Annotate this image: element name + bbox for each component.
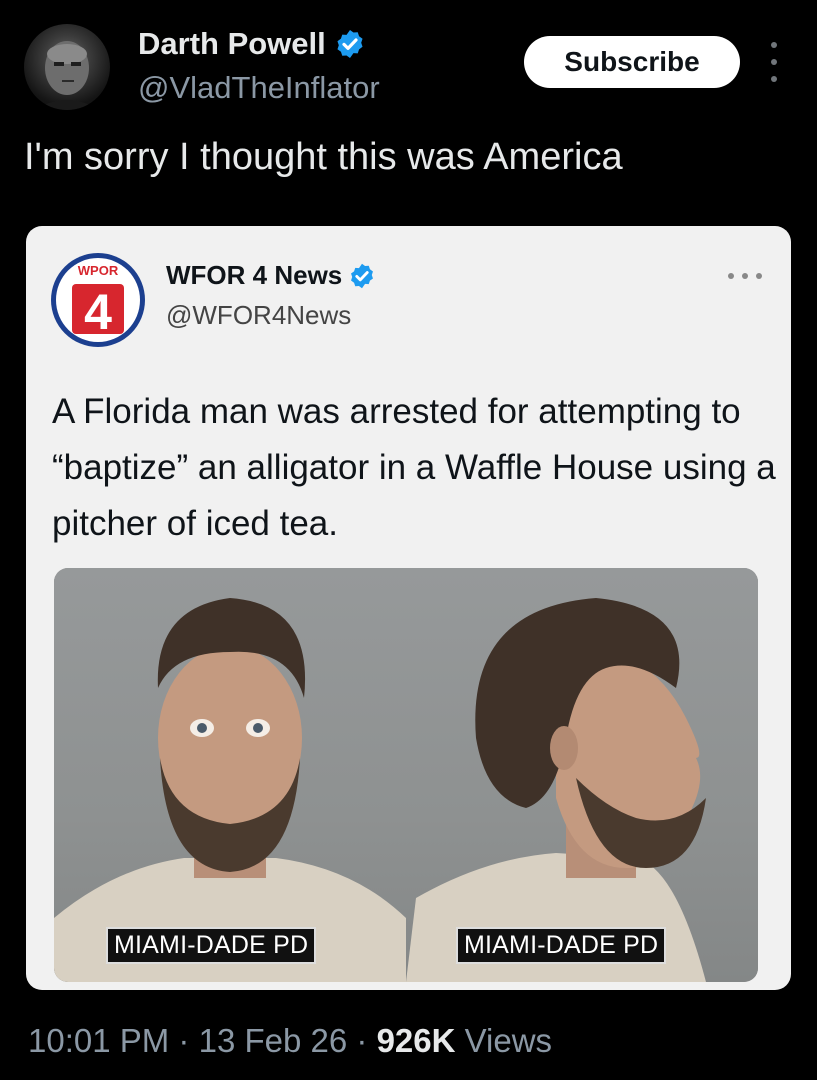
mugshot-photos[interactable]: MIAMI-DADE PD MIAMI-DADE PD <box>54 568 758 982</box>
logo-station-text: WPOR <box>78 263 119 278</box>
meta-separator: · <box>356 1022 368 1059</box>
more-dot <box>742 273 748 279</box>
author-name-text: Darth Powell <box>138 26 326 61</box>
more-dot <box>771 76 777 82</box>
verified-badge-icon <box>337 30 363 58</box>
subscribe-button[interactable]: Subscribe <box>524 36 740 88</box>
meta-separator: · <box>178 1022 190 1059</box>
logo-number-text: 4 <box>84 284 112 340</box>
mugshot-profile-image <box>406 598 706 982</box>
quoted-post-card[interactable]: WPOR 4 WFOR 4 News @WFOR4News A Florida … <box>26 226 791 990</box>
photo-caption: MIAMI-DADE PD <box>456 927 667 964</box>
post-time[interactable]: 10:01 PM <box>28 1022 169 1059</box>
more-dot <box>771 42 777 48</box>
mugshot-front-image <box>54 598 406 982</box>
more-dot <box>756 273 762 279</box>
mugshot-profile-photo[interactable]: MIAMI-DADE PD <box>406 568 758 982</box>
author-name[interactable]: Darth Powell <box>138 26 366 62</box>
card-author-name-text: WFOR 4 News <box>166 260 343 290</box>
card-more-options-icon[interactable] <box>728 272 762 280</box>
views-count: 926K <box>376 1022 456 1059</box>
views-label: Views <box>464 1022 553 1059</box>
author-handle[interactable]: @VladTheInflator <box>138 70 380 106</box>
more-dot <box>728 273 734 279</box>
tweet-text: I'm sorry I thought this was America <box>24 136 623 178</box>
card-post-text: A Florida man was arrested for attemptin… <box>52 392 776 543</box>
more-options-icon[interactable] <box>762 42 786 82</box>
avatar-portrait <box>34 41 100 110</box>
card-author-name[interactable]: WFOR 4 News <box>166 260 376 291</box>
mugshot-front-photo[interactable]: MIAMI-DADE PD <box>54 568 406 982</box>
wfor-logo-icon[interactable]: WPOR 4 <box>50 252 146 348</box>
post-meta: 10:01 PM · 13 Feb 26 · 926K Views <box>28 1022 552 1060</box>
avatar[interactable] <box>24 24 110 110</box>
verified-badge-icon <box>351 263 374 288</box>
post-date[interactable]: 13 Feb 26 <box>199 1022 348 1059</box>
more-dot <box>771 59 777 65</box>
photo-caption: MIAMI-DADE PD <box>106 927 317 964</box>
card-author-handle[interactable]: @WFOR4News <box>166 300 351 331</box>
